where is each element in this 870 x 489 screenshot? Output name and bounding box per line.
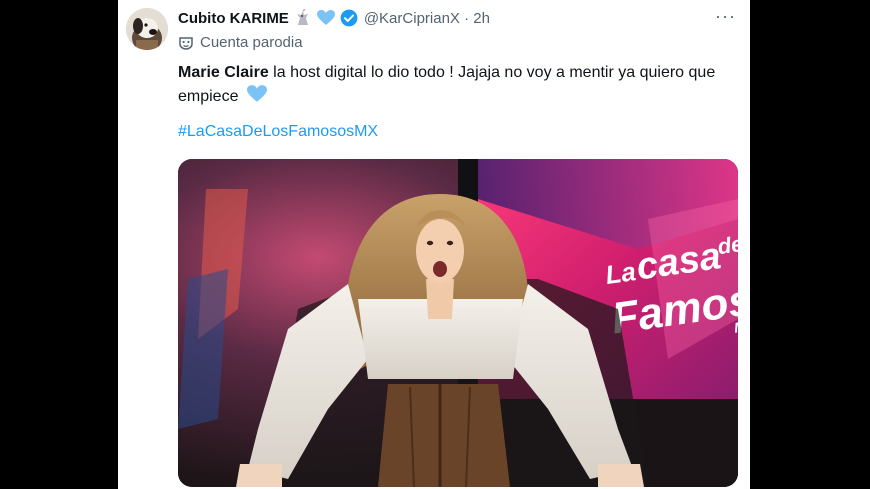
blue-heart-icon — [316, 10, 335, 26]
blue-heart-emoji-icon — [246, 85, 267, 111]
media-title-la: La — [603, 256, 637, 290]
tweet-text-mention: Marie Claire — [178, 64, 269, 81]
dog-avatar-icon — [126, 8, 168, 50]
tweet-text: Marie Claire la host digital lo dio todo… — [178, 61, 738, 111]
tweet-media-image[interactable]: La casa de Famos M — [178, 159, 738, 487]
more-options-icon[interactable]: ··· — [715, 6, 736, 27]
unicorn-icon — [294, 9, 312, 27]
hashtag-link[interactable]: #LaCasaDeLosFamososMX — [178, 123, 378, 141]
avatar[interactable] — [126, 8, 168, 50]
tweet-header: Cubito KARIME @KarCiprianX · 2h — [178, 8, 490, 28]
parody-label: Cuenta parodia — [178, 34, 303, 51]
media-title-de: de — [716, 231, 738, 259]
tweet-card[interactable]: Cubito KARIME @KarCiprianX · 2h ··· Cuen… — [118, 0, 750, 489]
parody-mask-icon — [178, 35, 194, 51]
handle-and-time[interactable]: @KarCiprianX · 2h — [364, 10, 490, 27]
verified-badge-icon[interactable] — [340, 9, 358, 27]
parody-text: Cuenta parodia — [200, 34, 303, 51]
author-name[interactable]: Cubito KARIME — [178, 10, 289, 27]
